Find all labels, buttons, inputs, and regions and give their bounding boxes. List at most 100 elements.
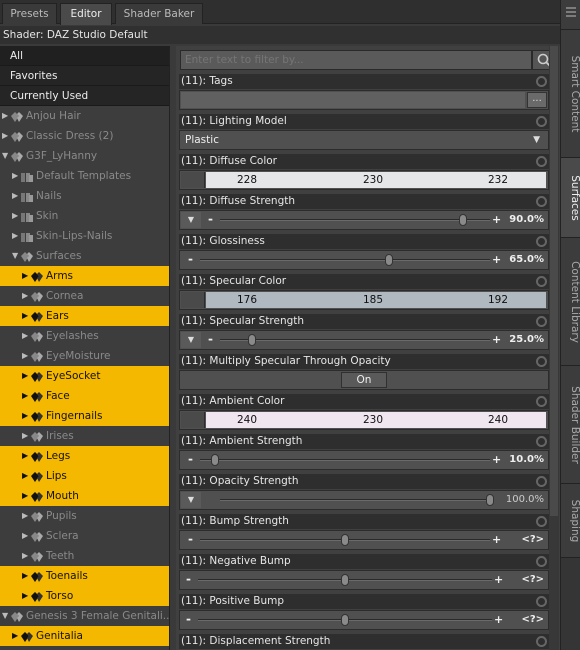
slider-knob[interactable] (341, 534, 349, 546)
param-control[interactable]: 228 230 232 (179, 170, 549, 190)
tree-item[interactable]: ▶ Sclera (0, 526, 169, 546)
tree-item[interactable]: ▶ Ears (0, 306, 169, 326)
expand-arrow-icon[interactable]: ▶ (22, 466, 30, 486)
expand-arrow-icon[interactable]: ▶ (22, 266, 30, 286)
filter-input[interactable] (180, 50, 532, 70)
tree-item[interactable]: ▼ Surfaces (0, 246, 169, 266)
gear-icon[interactable] (536, 476, 547, 487)
gear-icon[interactable] (536, 356, 547, 367)
tree-item[interactable]: ▶ Default Templates (0, 166, 169, 186)
color-values[interactable]: 240 230 240 (206, 412, 546, 428)
param-control[interactable]: ... (179, 90, 549, 110)
expand-arrow-icon[interactable]: ▶ (22, 386, 30, 406)
tree-item[interactable]: ▶ Skin-Lips-Nails (0, 226, 169, 246)
gear-icon[interactable] (536, 396, 547, 407)
expand-arrow-icon[interactable]: ▶ (12, 626, 20, 646)
tree-item[interactable]: ▶ Classic Dress (2) (0, 126, 169, 146)
tree-item[interactable]: ▶ Anjou Hair (0, 106, 169, 126)
gear-icon[interactable] (536, 276, 547, 287)
tree-item[interactable]: ▼ G3F_LyHanny (0, 146, 169, 166)
expand-arrow-icon[interactable]: ▶ (22, 306, 30, 326)
gear-icon[interactable] (536, 316, 547, 327)
tree-item[interactable]: ▶ Nails (0, 186, 169, 206)
expand-arrow-icon[interactable]: ▶ (12, 166, 20, 186)
tree-item[interactable]: ▶ Lips (0, 466, 169, 486)
color-swatch-button[interactable] (181, 292, 205, 308)
expand-arrow-icon[interactable]: ▶ (12, 206, 20, 226)
param-control[interactable]: ▼ - +25.0% (179, 330, 549, 350)
tree-item[interactable]: ▶ Teeth (0, 546, 169, 566)
expand-arrow-icon[interactable]: ▶ (22, 506, 30, 526)
param-control[interactable]: - +10.0% (179, 450, 549, 470)
increment-button[interactable]: + (494, 571, 503, 588)
tree-item[interactable]: ▶ Pupils (0, 506, 169, 526)
param-control[interactable]: - +65.0% (179, 250, 549, 270)
expand-arrow-icon[interactable]: ▶ (22, 546, 30, 566)
decrement-button[interactable]: - (208, 331, 213, 348)
gear-icon[interactable] (536, 156, 547, 167)
on-off-toggle[interactable]: On (341, 372, 387, 388)
gear-icon[interactable] (536, 116, 547, 127)
param-control[interactable]: ▼ - +90.0% (179, 210, 549, 230)
dock-tab-surfaces[interactable]: Surfaces (561, 158, 580, 238)
gear-icon[interactable] (536, 516, 547, 527)
expand-arrow-icon[interactable]: ▶ (22, 326, 30, 346)
increment-button[interactable]: + (492, 211, 501, 228)
decrement-button[interactable]: - (188, 251, 193, 268)
increment-button[interactable]: + (492, 451, 501, 468)
slider-knob[interactable] (384, 254, 393, 266)
color-values[interactable]: 176 185 192 (206, 292, 546, 308)
tree-item[interactable]: ▶ Skin (0, 206, 169, 226)
slider-track[interactable] (220, 499, 490, 501)
gear-icon[interactable] (536, 236, 547, 247)
chevron-down-icon[interactable]: ▼ (533, 131, 540, 149)
param-control[interactable]: ▼ 100.0% (179, 490, 549, 510)
slider-knob[interactable] (459, 214, 467, 226)
chevron-down-icon[interactable]: ▼ (181, 492, 201, 508)
tree-item[interactable]: ▶ Fingernails (0, 406, 169, 426)
slider-knob[interactable] (486, 494, 494, 506)
tree-item[interactable]: ▶ Eyelashes (0, 326, 169, 346)
gear-icon[interactable] (536, 436, 547, 447)
expand-arrow-icon[interactable]: ▶ (2, 106, 10, 126)
color-swatch-button[interactable] (181, 172, 205, 188)
param-control[interactable]: 176 185 192 (179, 290, 549, 310)
filter-all[interactable]: All (0, 46, 169, 66)
tree-item[interactable]: ▶ Face (0, 386, 169, 406)
slider-track[interactable] (200, 459, 490, 461)
decrement-button[interactable]: - (186, 611, 191, 628)
slider-track[interactable] (200, 259, 490, 261)
gear-icon[interactable] (536, 596, 547, 607)
tree-item[interactable]: ▶ Irises (0, 426, 169, 446)
param-control[interactable]: 240 230 240 (179, 410, 549, 430)
dock-top-icon[interactable] (561, 0, 580, 30)
tree-item[interactable]: ▼ Genesis 3 Female Genitali... (0, 606, 169, 626)
gear-icon[interactable] (536, 76, 547, 87)
expand-arrow-icon[interactable]: ▶ (22, 566, 30, 586)
param-control[interactable]: - + <?> (179, 610, 549, 630)
slider-track[interactable] (220, 339, 490, 341)
tab-editor[interactable]: Editor (60, 3, 112, 25)
color-swatch-button[interactable] (181, 412, 205, 428)
expand-arrow-icon[interactable]: ▶ (22, 346, 30, 366)
tree-item[interactable]: ▶ Cornea (0, 286, 169, 306)
chevron-down-icon[interactable]: ▼ (181, 212, 201, 228)
decrement-button[interactable]: - (188, 451, 193, 468)
increment-button[interactable]: + (494, 611, 503, 628)
param-control[interactable]: On (179, 370, 549, 390)
expand-arrow-icon[interactable]: ▶ (22, 586, 30, 606)
tree-item[interactable]: ▶ EyeMoisture (0, 346, 169, 366)
dock-tab-shader-builder[interactable]: Shader Builder (561, 366, 580, 484)
decrement-button[interactable]: - (186, 571, 191, 588)
browse-button[interactable]: ... (527, 92, 547, 108)
gear-icon[interactable] (536, 556, 547, 567)
tab-shader-baker[interactable]: Shader Baker (115, 3, 203, 24)
expand-arrow-icon[interactable]: ▶ (22, 366, 30, 386)
slider-knob[interactable] (341, 574, 349, 586)
tags-field[interactable] (181, 92, 525, 108)
collapse-arrow-icon[interactable]: ▼ (2, 606, 10, 626)
chevron-down-icon[interactable]: ▼ (181, 332, 201, 348)
increment-button[interactable]: + (492, 331, 501, 348)
decrement-button[interactable]: - (208, 211, 213, 228)
filter-favorites[interactable]: Favorites (0, 66, 169, 86)
